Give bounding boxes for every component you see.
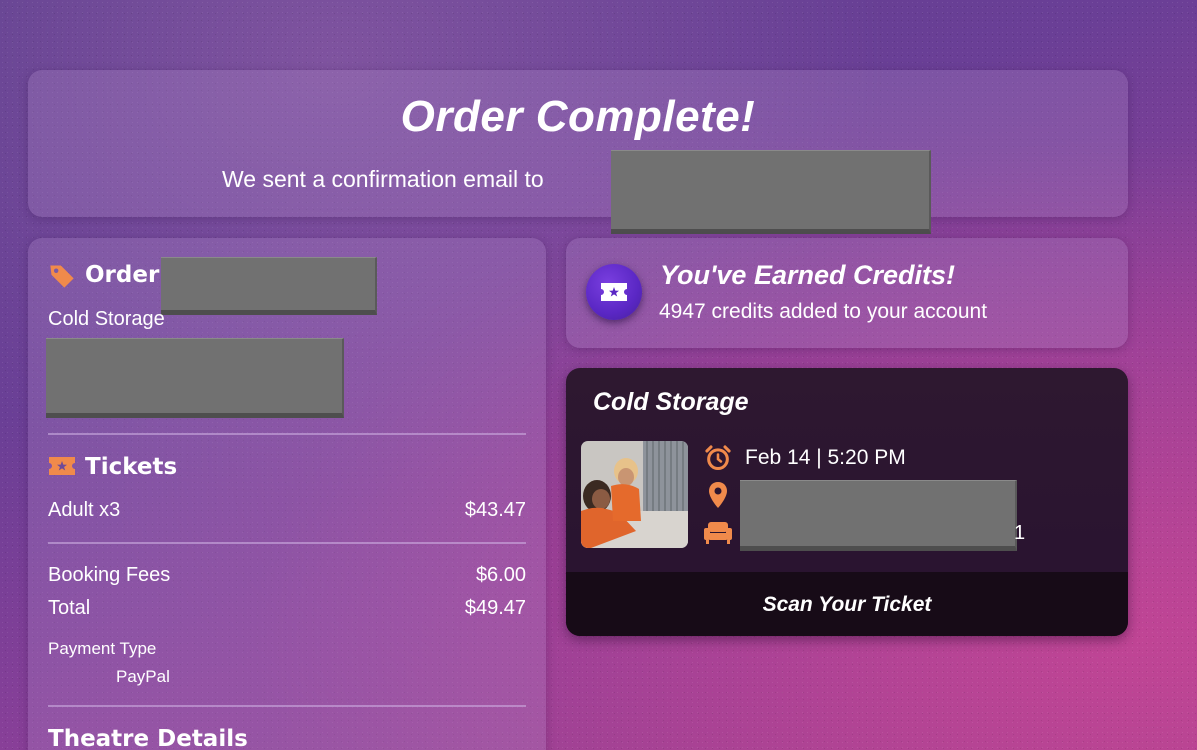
location-pin-icon xyxy=(709,482,727,508)
redacted-order-details xyxy=(46,338,344,418)
booking-fees-amount: $6.00 xyxy=(475,564,526,586)
credits-subtitle: 4947 credits added to your account xyxy=(659,300,988,323)
seat-trailing-char: 1 xyxy=(1014,522,1026,544)
redacted-email xyxy=(611,150,931,234)
tickets-heading: Tickets xyxy=(85,454,178,480)
page-title: Order Complete! xyxy=(400,92,756,141)
booking-fees-label: Booking Fees xyxy=(48,564,171,586)
redacted-order-number xyxy=(161,257,377,315)
ticket-icon xyxy=(601,283,627,301)
divider xyxy=(48,433,526,435)
total-label: Total xyxy=(48,597,91,619)
credits-title: You've Earned Credits! xyxy=(660,260,955,290)
credits-earned-card: You've Earned Credits! 4947 credits adde… xyxy=(566,238,1128,348)
ticket-line-label: Adult x3 xyxy=(48,499,121,521)
order-summary-card: Order Cold Storage Tickets Adult x3 $43.… xyxy=(28,238,546,750)
order-complete-banner: Order Complete! We sent a confirmation e… xyxy=(28,70,1128,234)
payment-type-value: PayPal xyxy=(116,667,170,686)
scan-ticket-button[interactable]: Scan Your Ticket xyxy=(566,572,1128,636)
tag-icon xyxy=(50,265,74,288)
ticket-card[interactable]: Cold Storage Feb 14 | 5:20 PM 1 Scan You… xyxy=(566,368,1128,636)
showtime: Feb 14 | 5:20 PM xyxy=(745,446,906,469)
ticket-icon xyxy=(49,457,75,475)
total-amount: $49.47 xyxy=(464,597,526,619)
seat-sofa-icon xyxy=(704,522,732,544)
ticket-movie-title: Cold Storage xyxy=(593,388,749,416)
divider xyxy=(48,705,526,707)
theatre-details-heading: Theatre Details xyxy=(48,726,248,750)
redacted-theatre-and-seat xyxy=(740,480,1017,551)
payment-type-label: Payment Type xyxy=(48,639,157,658)
ticket-line-amount: $43.47 xyxy=(464,499,526,521)
order-heading: Order xyxy=(85,262,160,288)
credits-badge xyxy=(586,264,642,320)
alarm-clock-icon xyxy=(705,445,731,471)
confirmation-email-text: We sent a confirmation email to xyxy=(222,166,544,192)
movie-poster xyxy=(581,441,688,548)
order-movie-title: Cold Storage xyxy=(48,308,165,330)
divider xyxy=(48,542,526,544)
